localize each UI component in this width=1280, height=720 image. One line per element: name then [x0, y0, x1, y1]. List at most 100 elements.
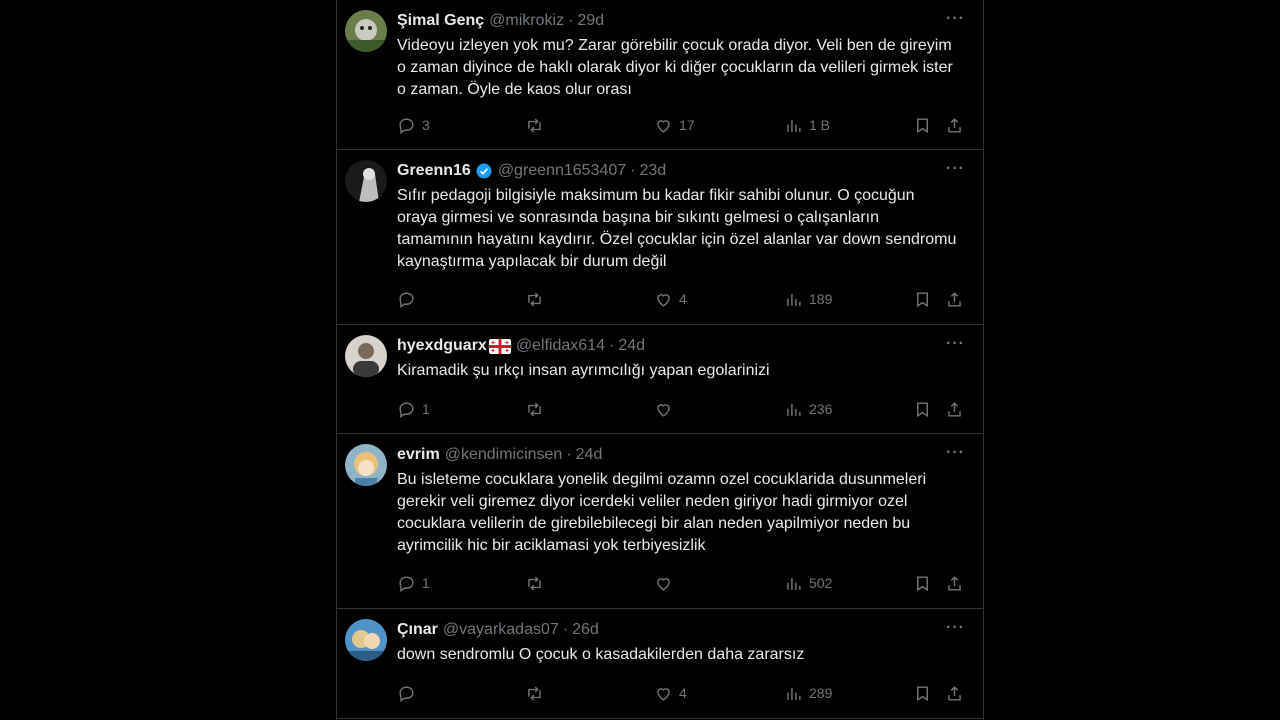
author-handle[interactable]: @elfidax614 — [516, 337, 605, 355]
more-options-icon[interactable]: ··· — [946, 335, 965, 353]
reply-icon — [399, 575, 414, 592]
retweet-button[interactable] — [525, 289, 550, 309]
view-count: 289 — [809, 685, 833, 701]
views-button[interactable]: 502 — [784, 573, 832, 593]
georgia-flag-icon — [488, 338, 511, 354]
retweet-button[interactable] — [525, 573, 550, 593]
reply-count: 3 — [422, 117, 430, 133]
analytics-icon — [787, 577, 801, 590]
retweet-button[interactable] — [525, 683, 550, 703]
reply-button[interactable] — [397, 289, 422, 309]
tweet-actions: 1 502 — [397, 573, 967, 593]
author-name[interactable]: Şimal Genç — [397, 12, 484, 30]
author-handle[interactable]: @kendimicinsen — [445, 446, 563, 464]
tweet[interactable]: Çınar @vayarkadas07 · 26d ··· down sendr… — [337, 609, 983, 719]
avatar[interactable] — [345, 619, 387, 661]
share-button[interactable] — [945, 289, 964, 309]
author-name[interactable]: Çınar — [397, 621, 438, 639]
reply-count: 1 — [422, 575, 430, 591]
tweet[interactable]: hyexdguarx @elfidax614 · 24d ··· Kiramad… — [337, 325, 983, 434]
avatar[interactable] — [345, 10, 387, 52]
share-icon — [948, 401, 961, 417]
views-button[interactable]: 236 — [784, 399, 832, 419]
analytics-icon — [787, 687, 801, 700]
views-button[interactable]: 1 B — [784, 115, 830, 135]
author-name[interactable]: hyexdguarx — [397, 337, 487, 355]
analytics-icon — [787, 403, 801, 416]
avatar[interactable] — [345, 444, 387, 486]
reply-button[interactable]: 1 — [397, 399, 430, 419]
like-button[interactable] — [654, 573, 679, 593]
avatar[interactable] — [345, 335, 387, 377]
retweet-icon — [528, 686, 541, 700]
reply-icon — [399, 291, 414, 308]
separator-dot: · — [568, 12, 574, 29]
tweet-time[interactable]: 29d — [577, 12, 604, 30]
like-button[interactable]: 17 — [654, 115, 695, 135]
tweet[interactable]: Şimal Genç @mikrokiz · 29d ··· Videoyu i… — [337, 0, 983, 150]
bookmark-icon — [917, 401, 928, 417]
heart-icon — [657, 119, 670, 133]
retweet-icon — [528, 576, 541, 590]
tweet-text: Videoyu izleyen yok mu? Zarar görebilir … — [397, 37, 953, 98]
heart-icon — [657, 403, 670, 417]
bookmark-icon — [917, 291, 928, 307]
tweet[interactable]: evrim @kendimicinsen · 24d ··· Bu isletе… — [337, 434, 983, 609]
views-button[interactable]: 189 — [784, 289, 832, 309]
like-button[interactable]: 4 — [654, 683, 687, 703]
more-options-icon[interactable]: ··· — [946, 10, 965, 28]
tweet-text: Kiramadik şu ırkçı insan ayrımcılığı yap… — [397, 362, 770, 379]
share-button[interactable] — [945, 683, 964, 703]
author-name[interactable]: evrim — [397, 446, 440, 464]
reply-button[interactable] — [397, 683, 422, 703]
retweet-icon — [528, 292, 541, 306]
tweet-time[interactable]: 23d — [640, 162, 667, 180]
retweet-icon — [528, 118, 541, 132]
view-count: 236 — [809, 401, 833, 417]
avatar[interactable] — [345, 160, 387, 202]
more-options-icon[interactable]: ··· — [946, 444, 965, 462]
separator-dot: · — [562, 621, 569, 638]
bookmark-button[interactable] — [913, 683, 932, 703]
share-button[interactable] — [945, 399, 964, 419]
views-button[interactable]: 289 — [784, 683, 832, 703]
heart-icon — [657, 293, 670, 307]
verified-badge-icon — [476, 163, 492, 179]
author-handle[interactable]: @mikrokiz — [489, 12, 564, 30]
author-handle[interactable]: @vayarkadas07 — [443, 621, 559, 639]
reply-button[interactable]: 3 — [397, 115, 430, 135]
bookmark-button[interactable] — [913, 289, 932, 309]
tweet-time[interactable]: 26d — [572, 621, 599, 639]
tweet-text: Sıfır pedagoji bilgisiyle maksimum bu ka… — [397, 187, 957, 270]
reply-button[interactable]: 1 — [397, 573, 430, 593]
retweet-button[interactable] — [525, 115, 550, 135]
tweet-text: down sendromlu O çocuk o kasadakilerden … — [397, 646, 805, 663]
bookmark-button[interactable] — [913, 399, 932, 419]
tweet-time[interactable]: 24d — [618, 337, 645, 355]
like-count: 4 — [679, 685, 687, 701]
like-button[interactable]: 4 — [654, 289, 687, 309]
author-name[interactable]: Greenn16 — [397, 162, 471, 180]
author-handle[interactable]: @greenn1653407 — [498, 162, 626, 180]
like-button[interactable] — [654, 399, 679, 419]
tweet-time[interactable]: 24d — [576, 446, 603, 464]
share-button[interactable] — [945, 573, 964, 593]
tweet-actions: 1 236 — [397, 399, 967, 419]
bookmark-button[interactable] — [913, 115, 932, 135]
retweet-button[interactable] — [525, 399, 550, 419]
heart-icon — [657, 687, 670, 701]
reply-icon — [399, 401, 414, 418]
share-button[interactable] — [945, 115, 964, 135]
more-options-icon[interactable]: ··· — [946, 160, 965, 178]
more-options-icon[interactable]: ··· — [946, 619, 965, 637]
bookmark-button[interactable] — [913, 573, 932, 593]
tweet-actions: 3 17 1 B — [397, 115, 967, 135]
share-icon — [948, 117, 961, 133]
retweet-icon — [528, 402, 541, 416]
share-icon — [948, 575, 961, 591]
separator-dot: · — [609, 337, 615, 354]
reply-icon — [399, 685, 414, 702]
analytics-icon — [787, 119, 801, 132]
view-count: 189 — [809, 291, 833, 307]
tweet[interactable]: Greenn16 @greenn1653407 · 23d ··· Sıfır … — [337, 150, 983, 325]
